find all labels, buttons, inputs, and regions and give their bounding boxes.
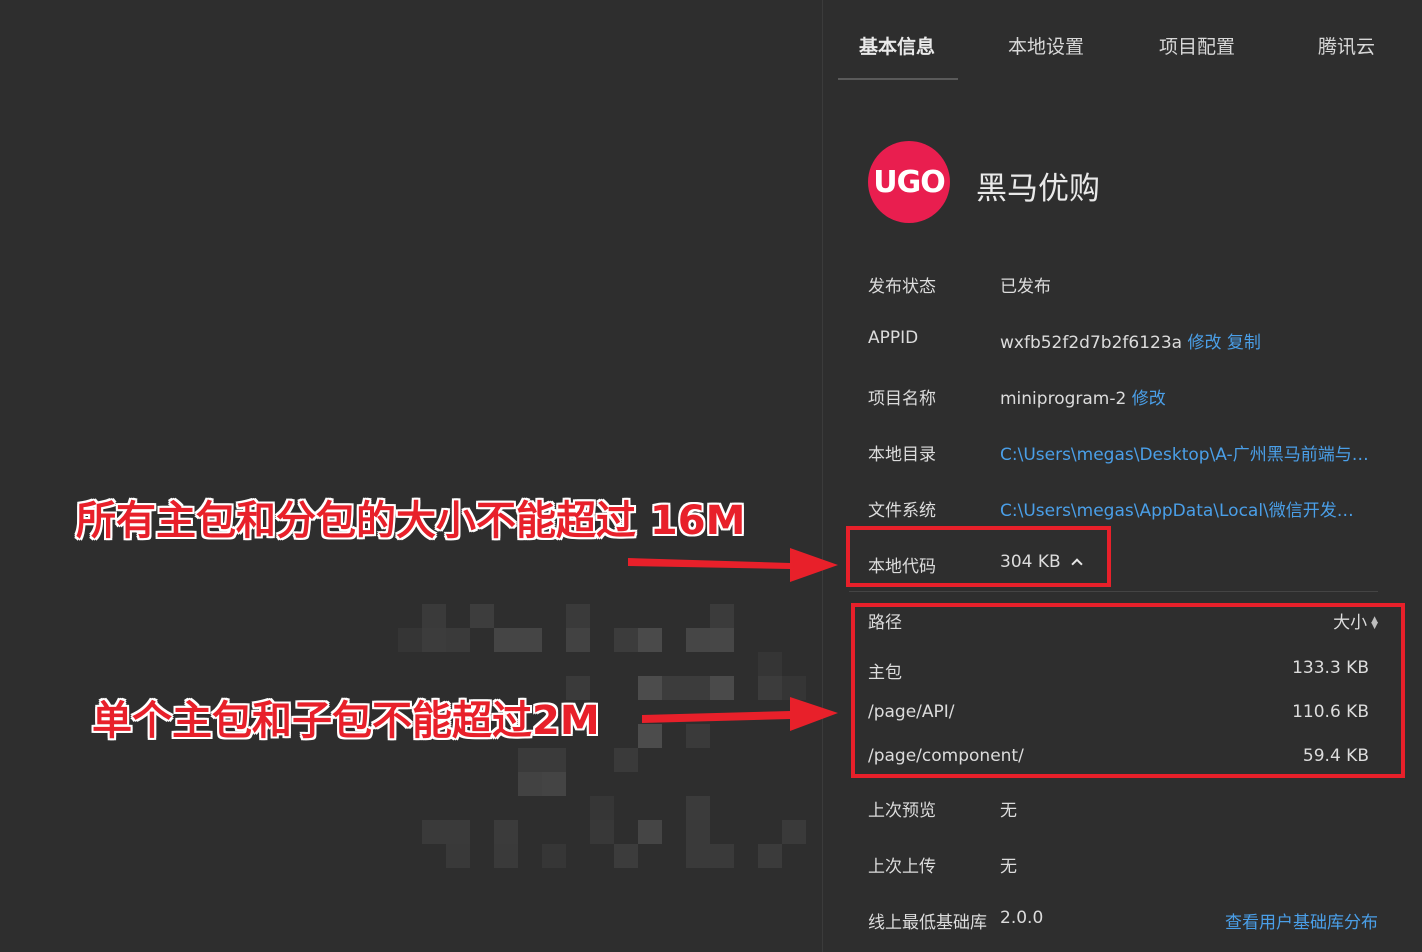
project-name-modify-link[interactable]: 修改 — [1132, 389, 1166, 409]
last-upload-value: 无 — [1000, 857, 1017, 877]
project-name-value: miniprogram-2 — [1000, 389, 1127, 409]
tab-tencent-cloud[interactable]: 腾讯云 — [1318, 32, 1375, 62]
file-system-label: 文件系统 — [868, 501, 936, 521]
local-dir-link[interactable]: C:\Users\megas\Desktop\A-广州黑马前端与移动开发 — [1000, 440, 1370, 465]
tab-basic-info[interactable]: 基本信息 — [859, 32, 935, 62]
local-dir-label: 本地目录 — [868, 445, 936, 465]
publish-status-value: 已发布 — [1000, 277, 1051, 297]
package-table-highlight-box — [851, 603, 1405, 778]
local-code-highlight-box — [846, 526, 1111, 587]
last-upload-label: 上次上传 — [868, 857, 936, 877]
project-name-label: 项目名称 — [868, 389, 936, 409]
file-system-row: C:\Users\megas\AppData\Local\微信开发者工具 — [1000, 496, 1370, 521]
last-preview-value: 无 — [1000, 801, 1017, 821]
appid-value: wxfb52f2d7b2f6123a — [1000, 333, 1183, 353]
active-tab-indicator — [838, 78, 958, 80]
local-dir-row: C:\Users\megas\Desktop\A-广州黑马前端与移动开发 — [1000, 440, 1370, 465]
lib-distribution-link[interactable]: 查看用户基础库分布 — [1225, 908, 1378, 933]
min-lib-value: 2.0.0 — [1000, 908, 1044, 928]
simulator-pane — [0, 0, 822, 952]
appid-modify-link[interactable]: 修改 — [1187, 333, 1221, 353]
project-name-row: miniprogram-2 修改 — [1000, 384, 1166, 409]
appid-row: wxfb52f2d7b2f6123a 修改 复制 — [1000, 328, 1261, 353]
publish-status-label: 发布状态 — [868, 277, 936, 297]
appid-copy-link[interactable]: 复制 — [1227, 333, 1261, 353]
last-preview-label: 上次预览 — [868, 801, 936, 821]
annotation-single-limit: 单个主包和子包不能超过2M — [92, 698, 600, 744]
file-system-link[interactable]: C:\Users\megas\AppData\Local\微信开发者工具 — [1000, 496, 1370, 521]
app-name: 黑马优购 — [976, 171, 1100, 207]
app-logo: UGO — [868, 141, 950, 223]
appid-label: APPID — [868, 328, 919, 348]
min-lib-label: 线上最低基础库 — [868, 913, 987, 933]
logo-text: UGO — [873, 164, 945, 200]
annotation-total-limit: 所有主包和分包的大小不能超过 16M — [76, 498, 746, 544]
tab-local-settings[interactable]: 本地设置 — [1008, 32, 1084, 62]
tab-project-config[interactable]: 项目配置 — [1159, 32, 1235, 62]
section-divider — [849, 591, 1378, 592]
